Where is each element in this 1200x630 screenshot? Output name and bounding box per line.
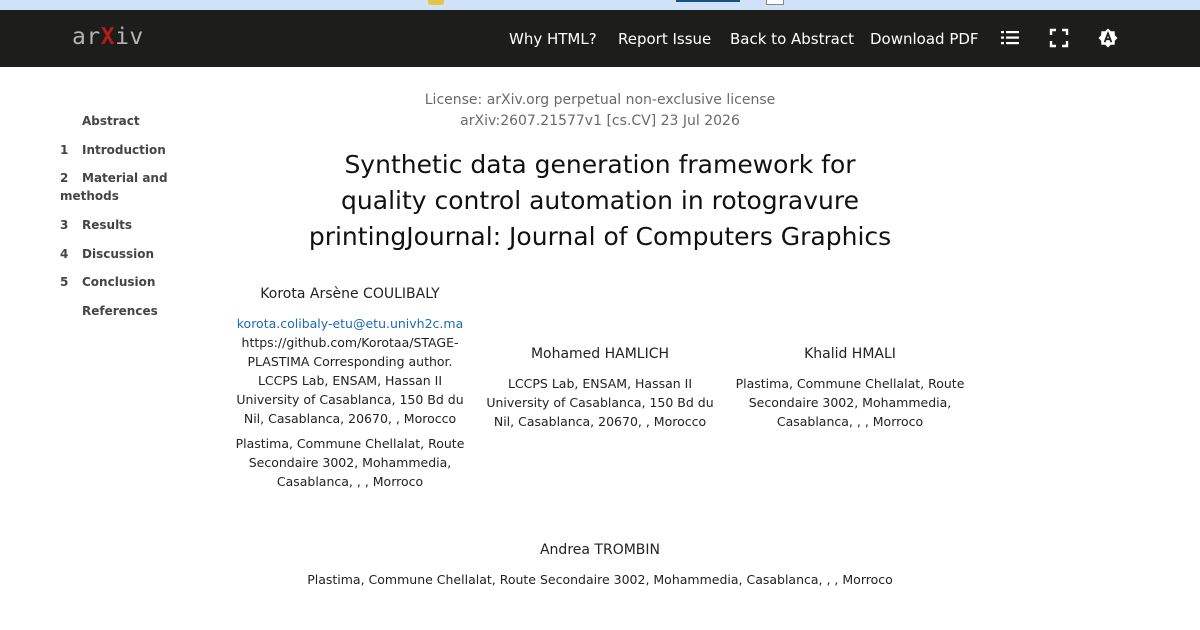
license-line: License: arXiv.org perpetual non-exclusi… [424, 92, 776, 108]
affiliation-line: Casablanca, , , Morroco [276, 474, 424, 489]
author-affiliation-secondary: Plastima, Commune Chellalat, Route Secon… [230, 434, 470, 491]
toc-item-discussion[interactable]: 4 Discussion [60, 245, 180, 263]
navbar: arXiv Why HTML? Report Issue Back to Abs… [0, 10, 1200, 67]
affiliation-line: LCCPS Lab, ENSAM, Hassan II [257, 373, 443, 388]
logo-text-right: iv [115, 24, 144, 50]
toc-item-material-methods[interactable]: 2 Material and methods [60, 169, 180, 205]
affiliation-line: Secondaire 3002, Mohammedia, [748, 395, 952, 410]
author-name: Andrea TROMBIN [539, 542, 660, 558]
author-name: Khalid HMALI [804, 346, 896, 362]
banner-icon [428, 0, 444, 5]
author-email-link[interactable]: korota.colibaly-etu@etu.univh2c.ma [230, 314, 470, 333]
theme-toggle-icon[interactable] [1098, 28, 1118, 48]
list-icon[interactable] [1000, 28, 1020, 48]
fullscreen-icon[interactable] [1049, 28, 1069, 48]
affiliation-line: Nil, Casablanca, 20670, , Morocco [493, 414, 707, 429]
banner-link[interactable] [676, 0, 740, 2]
title-line: quality control automation in rotogravur… [341, 186, 859, 215]
affiliation-line: Nil, Casablanca, 20670, , Morocco [243, 411, 457, 426]
author-affiliation: LCCPS Lab, ENSAM, Hassan II University o… [480, 374, 720, 431]
author-affiliation: korota.colibaly-etu@etu.univh2c.ma https… [230, 314, 470, 428]
author-name: Korota Arsène COULIBALY [260, 286, 440, 302]
logo-text-left: ar [72, 24, 101, 50]
affiliation-line: Plastima, Commune Chellalat, Route Secon… [307, 572, 893, 587]
arxiv-identifier: arXiv:2607.21577v1 [cs.CV] 23 Jul 2026 [460, 113, 740, 129]
affiliation-line: Secondaire 3002, Mohammedia, [248, 455, 452, 470]
toc-item-references[interactable]: References [60, 302, 180, 320]
browser-top-strip [0, 0, 1200, 10]
arxiv-logo[interactable]: arXiv [72, 24, 144, 54]
affiliation-line: Casablanca, , , Morroco [776, 414, 924, 429]
affiliation-line: Plastima, Commune Chellalat, Route [235, 436, 465, 451]
author-affiliation: Plastima, Commune Chellalat, Route Secon… [250, 570, 950, 589]
download-pdf-link[interactable]: Download PDF [870, 30, 979, 48]
toc-item-abstract[interactable]: Abstract [60, 112, 180, 130]
affiliation-line: PLASTIMA Corresponding author. [247, 354, 453, 369]
back-to-abstract-link[interactable]: Back to Abstract [730, 30, 854, 48]
logo-x-mark: X [100, 24, 116, 50]
toc-item-conclusion[interactable]: 5 Conclusion [60, 273, 180, 291]
title-line: printingJournal: Journal of Computers Gr… [308, 222, 892, 251]
paper-title: Synthetic data generation framework for … [300, 147, 900, 255]
toc-item-results[interactable]: 3 Results [60, 216, 180, 234]
title-line: Synthetic data generation framework for [344, 150, 856, 179]
affiliation-line: https://github.com/Korotaa/STAGE- [241, 335, 459, 350]
affiliation-line: University of Casablanca, 150 Bd du [486, 395, 714, 410]
author-name: Mohamed HAMLICH [530, 346, 670, 362]
report-issue-link[interactable]: Report Issue [618, 30, 711, 48]
affiliation-line: LCCPS Lab, ENSAM, Hassan II [507, 376, 693, 391]
author-affiliation: Plastima, Commune Chellalat, Route Secon… [730, 374, 970, 431]
affiliation-line: University of Casablanca, 150 Bd du [236, 392, 464, 407]
why-html-link[interactable]: Why HTML? [509, 30, 597, 48]
banner-close-box[interactable] [766, 0, 784, 5]
toc-item-introduction[interactable]: 1 Introduction [60, 141, 180, 159]
affiliation-line: Plastima, Commune Chellalat, Route [735, 376, 965, 391]
